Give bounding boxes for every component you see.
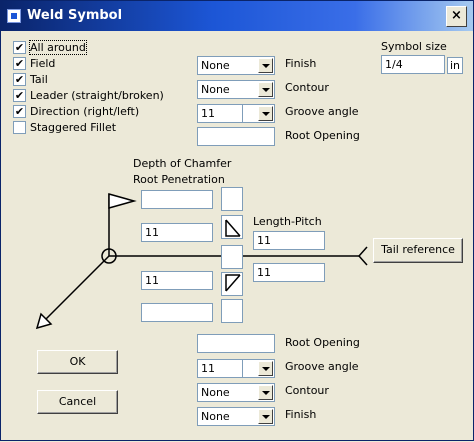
tail-line-upper (358, 246, 368, 257)
cancel-label: Cancel (58, 395, 97, 408)
groove-angle-label-bottom: Groove angle (285, 360, 359, 373)
ok-label: OK (69, 355, 86, 368)
contour-select-bottom[interactable]: None (197, 383, 275, 402)
root-opening-label-bottom: Root Opening (285, 336, 360, 349)
root-opening-input-bottom[interactable] (197, 334, 275, 353)
fillet-symbol-box-top[interactable] (221, 215, 243, 239)
groove-angle-value: 11 (201, 362, 215, 375)
chevron-down-icon[interactable] (258, 409, 273, 424)
tail-reference-button[interactable]: Tail reference (373, 238, 463, 263)
field-flag (108, 193, 137, 209)
weld-symbol-box-bottom-lower[interactable] (221, 299, 243, 323)
weld-symbol-box-top-upper[interactable] (221, 187, 243, 211)
leader-line (42, 255, 110, 323)
cancel-button[interactable]: Cancel (37, 390, 118, 414)
fillet-weld-icon (225, 219, 241, 237)
chevron-down-icon[interactable] (258, 361, 273, 376)
ok-button[interactable]: OK (37, 350, 118, 374)
weld-size-input-top[interactable]: 11 (141, 223, 213, 242)
length-pitch-input-top[interactable]: 11 (253, 231, 325, 250)
weld-field-bottom-lower[interactable] (141, 303, 213, 322)
contour-value: None (201, 386, 230, 399)
tail-line-lower (358, 255, 368, 266)
chevron-down-icon[interactable] (258, 385, 273, 400)
finish-select-bottom[interactable]: None (197, 407, 275, 426)
groove-angle-select-bottom[interactable]: 11 (197, 359, 275, 378)
fillet-symbol-box-bottom[interactable] (221, 272, 243, 296)
weld-size-input-bottom[interactable]: 11 (141, 271, 213, 290)
contour-label-bottom: Contour (285, 384, 329, 397)
fillet-weld-icon (225, 274, 241, 292)
finish-value: None (201, 410, 230, 423)
finish-label-bottom: Finish (285, 408, 317, 421)
length-pitch-input-bottom[interactable]: 11 (253, 263, 325, 282)
length-pitch-label: Length-Pitch (253, 215, 322, 228)
tail-reference-label: Tail reference (381, 243, 455, 256)
weld-field-top-upper[interactable] (141, 190, 213, 209)
weld-symbol-dialog: Weld Symbol × ✔ All around ✔ Field ✔ Tai… (0, 0, 474, 441)
weld-symbol-box-center[interactable] (221, 245, 243, 269)
